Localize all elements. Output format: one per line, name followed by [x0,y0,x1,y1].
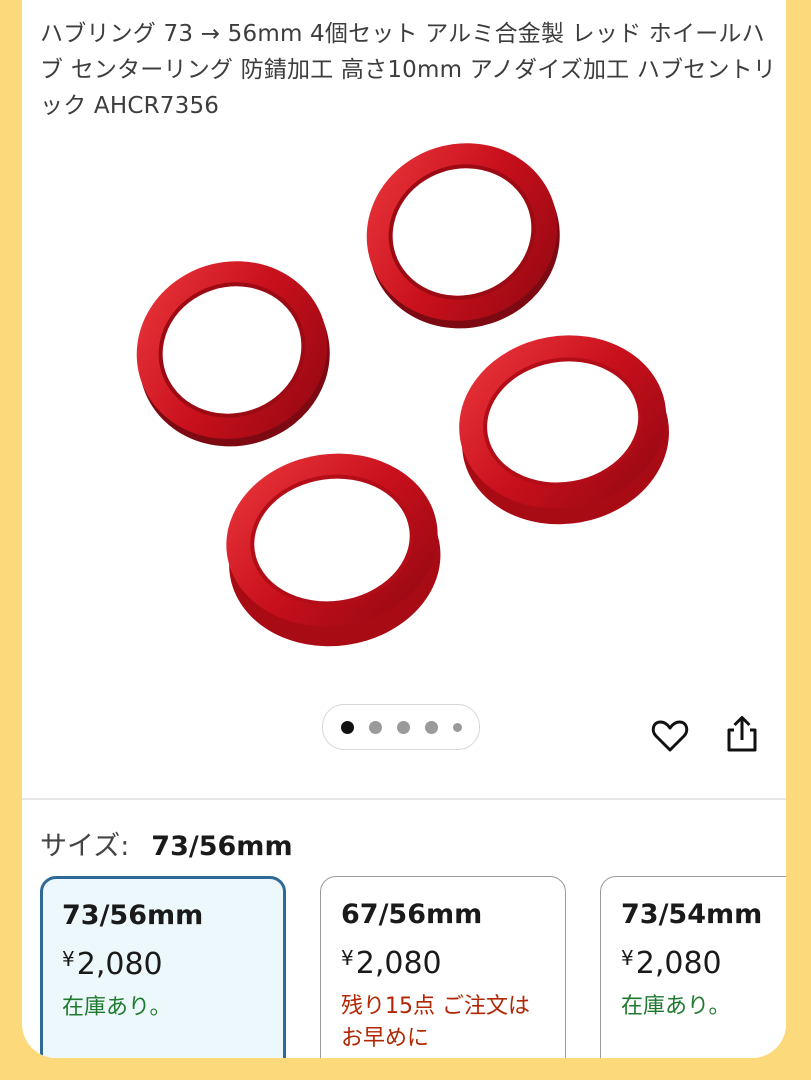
hub-ring-3 [459,335,669,525]
option-price: ¥2,080 [62,938,283,986]
section-divider [22,798,786,800]
pagination-dot[interactable] [452,722,462,732]
price-amount: 2,080 [635,946,722,981]
price-amount: 2,080 [355,946,442,981]
favorite-button[interactable] [648,714,692,758]
option-name: 73/54mm [621,899,763,930]
size-label: サイズ: [40,831,130,862]
option-name: 73/56mm [62,900,204,931]
price-amount: 2,080 [76,947,163,982]
pagination-dot[interactable] [368,720,382,734]
product-title: ハブリング 73 → 56mm 4個セット アルミ合金製 レッド ホイールハブ … [40,21,777,119]
share-button[interactable] [720,712,764,756]
size-option-67-56[interactable]: 67/56mm ¥2,080 残り15点 ご注文はお早めに [320,876,566,1058]
size-option-73-54[interactable]: 73/54mm ¥2,080 在庫あり。 [600,876,786,1058]
size-selector-header: サイズ: 73/56mm [40,824,293,863]
pagination-dot[interactable] [424,720,438,734]
option-price: ¥2,080 [621,937,786,985]
stock-status: 在庫あり。 [621,994,731,1019]
hub-ring-2 [136,261,330,447]
option-name: 67/56mm [341,899,483,930]
share-icon [727,716,757,752]
hub-ring-4 [226,453,441,647]
stock-status: 残り15点 ご注文はお早めに [341,994,530,1051]
pagination-dot[interactable] [340,720,354,734]
selected-size-value: 73/56mm [151,831,293,862]
pagination-dot[interactable] [396,720,410,734]
currency-symbol: ¥ [621,946,634,970]
currency-symbol: ¥ [62,947,75,971]
option-price: ¥2,080 [341,937,565,985]
hub-ring-1 [366,143,560,329]
product-image[interactable] [22,118,786,678]
image-pagination[interactable] [322,704,480,750]
stock-status: 在庫あり。 [62,995,172,1020]
size-option-73-56[interactable]: 73/56mm ¥2,080 在庫あり。 [40,876,286,1058]
currency-symbol: ¥ [341,946,354,970]
heart-icon [651,720,689,752]
product-card: ハブリング 73 → 56mm 4個セット アルミ合金製 レッド ホイールハブ … [22,0,786,1058]
